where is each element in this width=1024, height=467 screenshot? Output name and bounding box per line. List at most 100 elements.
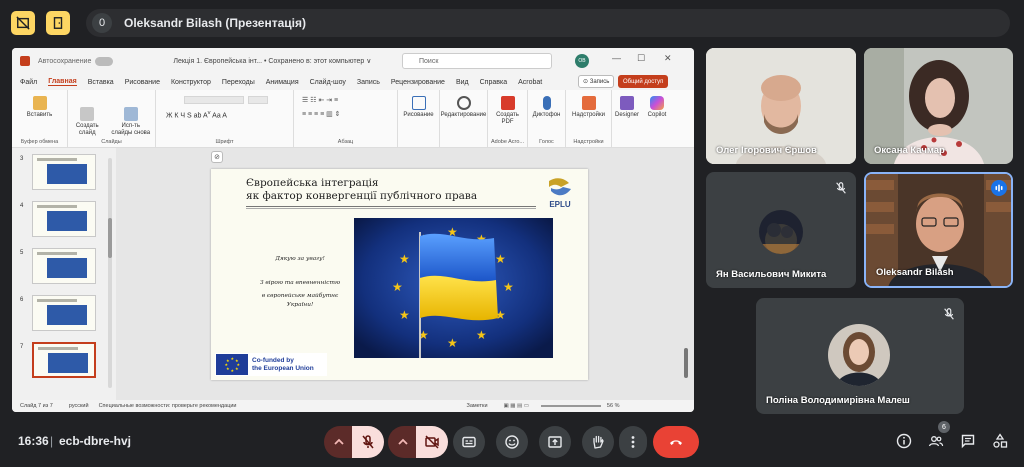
menu-item[interactable]: Вид	[456, 79, 469, 86]
eplu-emblem-icon	[549, 178, 571, 196]
activities-icon[interactable]	[992, 433, 1008, 449]
close-icon[interactable]: ✕	[664, 53, 672, 64]
slide-scrollbar[interactable]	[684, 288, 689, 388]
reactions-button[interactable]	[496, 426, 528, 458]
camera-toggle-button[interactable]	[416, 426, 448, 458]
present-window-button[interactable]	[46, 11, 70, 35]
thumbnail-title	[37, 299, 77, 302]
powerpoint-logo-icon	[20, 56, 30, 66]
record-button[interactable]: ⊙ Запись	[578, 75, 615, 88]
list-buttons[interactable]: ☰ ☷ ⇤ ⇥ ≡	[302, 96, 338, 104]
video-options-button[interactable]	[388, 426, 418, 458]
menu-item[interactable]: Анимация	[266, 79, 299, 86]
copilot-icon[interactable]	[650, 96, 664, 110]
slide-thumbnail-row[interactable]: 3	[12, 154, 116, 192]
hide-presentation-button[interactable]	[11, 11, 35, 35]
slide-thumbnail[interactable]	[32, 342, 96, 378]
speaking-indicator-icon	[991, 180, 1007, 196]
slide-scroll-knob[interactable]	[684, 348, 688, 378]
share-button[interactable]: Общий доступ	[618, 75, 669, 88]
slide-thumbnail-row[interactable]: 6	[12, 295, 116, 333]
svg-text:★: ★	[447, 336, 458, 350]
raise-hand-button[interactable]	[582, 426, 614, 458]
menu-item[interactable]: Рисование	[125, 79, 160, 86]
presenter-name: Oleksandr Bilash (Презентація)	[124, 16, 306, 30]
paste-icon[interactable]	[32, 96, 47, 110]
notes-button[interactable]: Заметки	[467, 403, 488, 409]
svg-text:★: ★	[231, 368, 235, 373]
minimize-icon[interactable]: —	[612, 53, 621, 63]
participant-tile[interactable]: Поліна Володимирівна Малеш	[756, 298, 964, 414]
menu-item[interactable]: Acrobat	[518, 79, 542, 86]
zoom-slider[interactable]	[540, 405, 601, 407]
voice-group: Диктофон Голос	[528, 90, 566, 147]
voice-group-label: Голос	[539, 139, 554, 145]
camera-off-icon	[425, 435, 439, 449]
autosave-toggle[interactable]	[95, 56, 114, 66]
slide-thumbnail-row[interactable]: 7	[12, 342, 116, 380]
present-button[interactable]	[539, 426, 571, 458]
slide-number: 4	[20, 203, 24, 209]
slides-group-label: Слайды	[101, 139, 122, 145]
meeting-info-icon[interactable]	[896, 433, 912, 449]
current-slide: Європейська інтеграція як фактор конверг…	[211, 169, 588, 380]
view-buttons[interactable]: ▣ ▦ ▤ ▭	[504, 403, 529, 409]
participant-tile-active[interactable]: Oleksandr Bilash	[864, 172, 1013, 288]
addins-icon[interactable]	[581, 96, 596, 110]
people-icon[interactable]	[928, 433, 944, 449]
chevron-up-icon	[398, 438, 408, 445]
more-vertical-icon	[631, 436, 635, 448]
new-slide-icon[interactable]	[80, 106, 95, 121]
meeting-code[interactable]: ecb-dbre-hvj	[59, 434, 131, 448]
font-format-buttons[interactable]: Ж К Ч S ab Av Aa A	[166, 110, 227, 119]
font-name-select[interactable]	[184, 96, 244, 104]
menu-item[interactable]: Справка	[480, 79, 507, 86]
align-buttons[interactable]: ≡ ≡ ≡ ≡ ▥ ⇕	[302, 110, 341, 118]
slide-thumbnail[interactable]	[32, 201, 96, 237]
thumbnail-title	[37, 158, 77, 161]
maximize-icon[interactable]: ☐	[637, 53, 645, 64]
more-options-button[interactable]	[619, 426, 647, 458]
thanks-text: Дякую за увагу!	[275, 256, 325, 262]
ppt-status-bar: Слайд 7 из 7 русский Специальные возможн…	[12, 400, 694, 412]
ppt-search-input[interactable]: Поиск	[402, 53, 552, 69]
chat-icon[interactable]	[960, 433, 976, 449]
zoom-level[interactable]: 56 %	[607, 403, 620, 409]
language-label[interactable]: русский	[69, 403, 89, 409]
ppt-avatar[interactable]: OB	[575, 54, 589, 68]
paste-label: Вставить	[26, 112, 53, 118]
menu-item[interactable]: Файл	[20, 79, 37, 86]
shapes-icon[interactable]	[411, 96, 426, 110]
participant-tile[interactable]: Ян Васильович Микита	[706, 172, 856, 288]
design-ideas-icon[interactable]: ⊘	[211, 151, 223, 163]
designer-icon[interactable]	[620, 96, 634, 110]
slide-thumbnail[interactable]	[32, 248, 96, 284]
microphone-toggle-button[interactable]	[352, 426, 384, 458]
create-pdf-icon[interactable]	[500, 96, 515, 110]
font-size-select[interactable]	[248, 96, 268, 104]
faith-line-3: України!	[286, 302, 314, 308]
slide-thumbnail[interactable]	[32, 154, 96, 190]
captions-button[interactable]	[453, 426, 485, 458]
menu-item[interactable]: Рецензирование	[391, 79, 445, 86]
menu-item[interactable]: Переходы	[222, 79, 255, 86]
microphone-icon[interactable]	[542, 96, 551, 110]
menu-item[interactable]: Главная	[48, 78, 77, 86]
slide-title-line2: як фактор конвергенції публічного права	[246, 190, 478, 202]
menu-item[interactable]: Вставка	[88, 79, 114, 86]
participant-tile[interactable]: Олег Ігорович Єршов	[706, 48, 856, 164]
menu-item[interactable]: Слайд-шоу	[310, 79, 346, 86]
search-icon[interactable]	[456, 96, 471, 110]
audio-options-button[interactable]	[324, 426, 354, 458]
slide-thumbnail-row[interactable]: 5	[12, 248, 116, 286]
menu-item[interactable]: Конструктор	[171, 79, 211, 86]
accessibility-label[interactable]: Специальные возможности: проверьте реком…	[99, 403, 237, 409]
slide-thumbnail[interactable]	[32, 295, 96, 331]
slide-thumbnail-row[interactable]: 4	[12, 201, 116, 239]
reuse-slides-icon[interactable]	[123, 106, 138, 121]
participant-tile[interactable]: Оксана Качмар	[864, 48, 1013, 164]
top-bar: 0 Oleksandr Bilash (Презентація)	[0, 0, 1024, 44]
menu-item[interactable]: Запись	[357, 79, 380, 86]
mic-off-icon	[836, 182, 846, 194]
leave-call-button[interactable]	[653, 426, 699, 458]
